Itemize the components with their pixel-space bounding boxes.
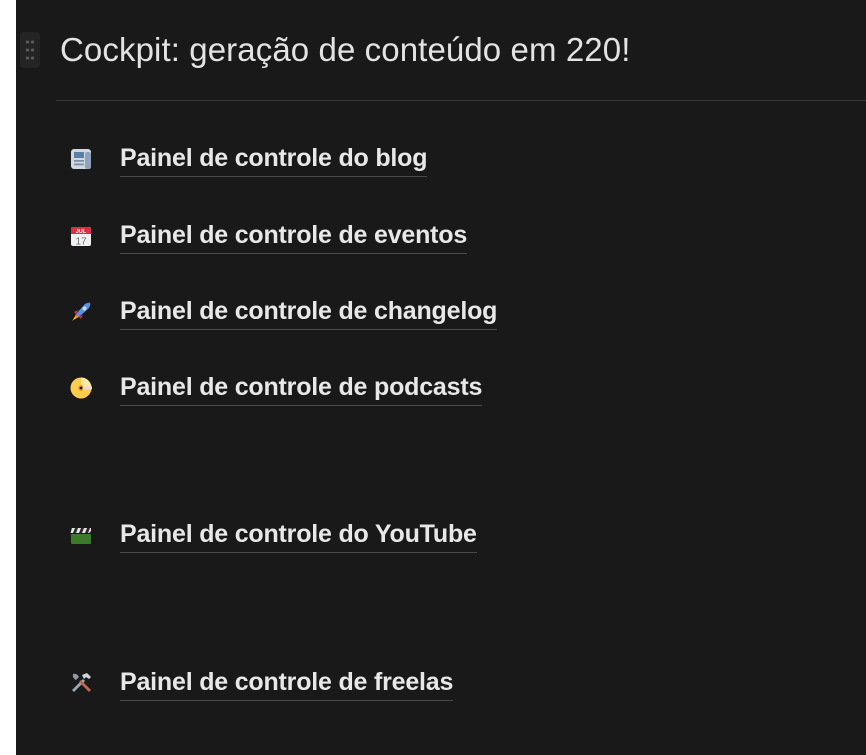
link-label: Painel de controle de changelog — [120, 295, 497, 330]
calendar-icon: JUL 17 — [68, 223, 94, 249]
events-dashboard-link[interactable]: JUL 17 Painel de controle de eventos — [68, 216, 467, 256]
blog-dashboard-link[interactable]: Painel de controle do blog — [68, 139, 428, 179]
link-label: Painel de controle de eventos — [120, 219, 467, 254]
freelas-dashboard-link[interactable]: Painel de controle de freelas — [68, 663, 453, 703]
clapper-board-icon — [68, 522, 94, 548]
drag-handle-icon[interactable] — [20, 32, 40, 68]
page-panel: Cockpit: geração de conteúdo em 220! Pai… — [16, 0, 866, 755]
svg-text:17: 17 — [75, 237, 87, 248]
hammer-wrench-icon — [68, 670, 94, 696]
rocket-icon — [68, 299, 94, 325]
dvd-icon — [68, 375, 94, 401]
heading-divider — [56, 100, 866, 101]
changelog-dashboard-link[interactable]: Painel de controle de changelog — [68, 292, 497, 332]
link-label: Painel de controle de freelas — [120, 666, 453, 701]
svg-text:JUL: JUL — [76, 229, 87, 235]
podcasts-dashboard-link[interactable]: Painel de controle de podcasts — [68, 368, 482, 408]
newspaper-icon — [68, 146, 94, 172]
youtube-dashboard-link[interactable]: Painel de controle do YouTube — [68, 515, 477, 555]
link-label: Painel de controle do blog — [120, 142, 428, 177]
link-label: Painel de controle de podcasts — [120, 371, 482, 406]
link-label: Painel de controle do YouTube — [120, 518, 477, 553]
page-heading: Cockpit: geração de conteúdo em 220! — [60, 31, 631, 68]
